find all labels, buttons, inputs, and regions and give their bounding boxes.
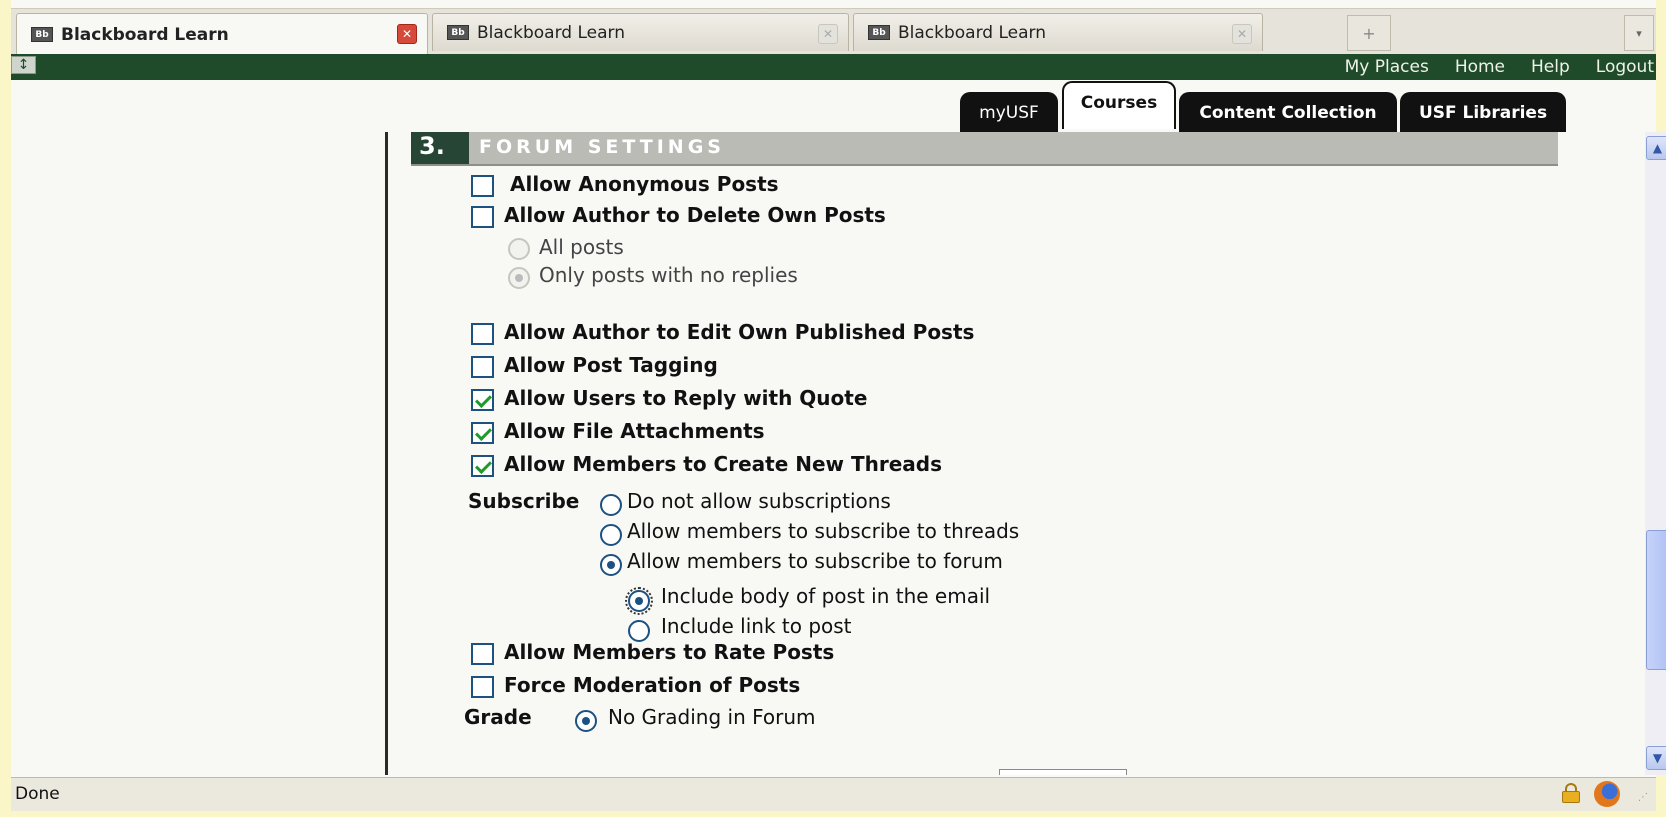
blackboard-favicon-icon: Bb — [447, 25, 469, 40]
file-attachments-checkbox[interactable] — [471, 422, 494, 444]
reply-with-quote-label: Allow Users to Reply with Quote — [504, 386, 868, 410]
help-link[interactable]: Help — [1531, 57, 1570, 77]
logout-link[interactable]: Logout — [1596, 57, 1654, 77]
no-subscriptions-label: Do not allow subscriptions — [627, 489, 891, 513]
browser-tab-3[interactable]: Bb Blackboard Learn ✕ — [853, 13, 1263, 51]
new-tab-button[interactable]: + — [1347, 15, 1391, 51]
top-nav-bar: ↕ My Places Home Help Logout — [11, 54, 1656, 80]
resize-grip-icon[interactable]: ⋰ — [1638, 792, 1652, 806]
no-grading-label: No Grading in Forum — [608, 705, 816, 729]
subscribe-threads-label: Allow members to subscribe to threads — [627, 519, 1020, 543]
close-tab-icon[interactable]: ✕ — [818, 24, 838, 44]
edit-own-posts-checkbox[interactable] — [471, 323, 494, 345]
firefox-icon[interactable] — [1594, 781, 1620, 807]
include-link-radio[interactable] — [628, 620, 650, 642]
tab-myusf[interactable]: myUSF — [960, 92, 1058, 134]
blackboard-favicon-icon: Bb — [31, 27, 53, 42]
scroll-up-icon[interactable]: ▲ — [1646, 136, 1666, 160]
delete-no-replies-label: Only posts with no replies — [539, 263, 798, 287]
tab-title: Blackboard Learn — [898, 22, 1047, 43]
tab-courses[interactable]: Courses — [1062, 81, 1176, 129]
post-tagging-label: Allow Post Tagging — [504, 353, 718, 377]
section-title: FORUM SETTINGS — [479, 136, 725, 158]
subscribe-forum-label: Allow members to subscribe to forum — [627, 549, 1003, 573]
collapse-toggle-icon[interactable]: ↕ — [11, 56, 36, 74]
close-tab-icon[interactable]: ✕ — [1232, 24, 1252, 44]
create-threads-label: Allow Members to Create New Threads — [504, 452, 943, 476]
grade-points-field[interactable] — [999, 769, 1127, 775]
my-places-link[interactable]: My Places — [1345, 57, 1429, 77]
delete-all-posts-label: All posts — [539, 235, 624, 259]
delete-all-posts-radio[interactable] — [508, 238, 530, 260]
forum-settings-panel: 3. FORUM SETTINGS Allow Anonymous Posts … — [385, 132, 1625, 775]
subscribe-forum-radio[interactable] — [600, 554, 622, 576]
scroll-down-icon[interactable]: ▼ — [1646, 746, 1666, 770]
no-grading-radio[interactable] — [575, 710, 597, 732]
delete-own-posts-checkbox[interactable] — [471, 206, 494, 228]
home-link[interactable]: Home — [1455, 57, 1505, 77]
anonymous-posts-label: Allow Anonymous Posts — [510, 172, 779, 196]
rate-posts-label: Allow Members to Rate Posts — [504, 640, 835, 664]
section-header: 3. FORUM SETTINGS — [411, 132, 1558, 166]
status-text: Done — [15, 784, 60, 804]
browser-tab-bar: Bb Blackboard Learn ✕ Bb Blackboard Lear… — [11, 8, 1656, 55]
delete-own-posts-label: Allow Author to Delete Own Posts — [504, 203, 886, 227]
section-number: 3. — [411, 132, 469, 164]
anonymous-posts-checkbox[interactable] — [471, 175, 494, 197]
file-attachments-label: Allow File Attachments — [504, 419, 765, 443]
browser-window: Bb Blackboard Learn ✕ Bb Blackboard Lear… — [11, 0, 1666, 811]
force-moderation-checkbox[interactable] — [471, 676, 494, 698]
lock-icon[interactable] — [1562, 783, 1580, 803]
subscribe-label: Subscribe — [468, 489, 580, 513]
tab-content-collection[interactable]: Content Collection — [1179, 92, 1397, 134]
create-threads-checkbox[interactable] — [471, 455, 494, 477]
rate-posts-checkbox[interactable] — [471, 643, 494, 665]
list-all-tabs-button[interactable]: ▾ — [1624, 15, 1654, 51]
no-subscriptions-radio[interactable] — [600, 494, 622, 516]
reply-with-quote-checkbox[interactable] — [471, 389, 494, 411]
close-tab-icon[interactable]: ✕ — [397, 24, 417, 44]
tab-title: Blackboard Learn — [477, 22, 626, 43]
delete-no-replies-radio[interactable] — [508, 267, 530, 289]
grade-label: Grade — [464, 705, 532, 729]
subscribe-threads-radio[interactable] — [600, 524, 622, 546]
tab-usf-libraries[interactable]: USF Libraries — [1400, 92, 1566, 134]
tab-title: Blackboard Learn — [61, 24, 229, 45]
scrollbar-thumb[interactable] — [1646, 530, 1666, 670]
vertical-scrollbar[interactable]: ▲ ▼ — [1645, 132, 1666, 775]
force-moderation-label: Force Moderation of Posts — [504, 673, 801, 697]
blackboard-favicon-icon: Bb — [868, 25, 890, 40]
browser-tab-1[interactable]: Bb Blackboard Learn ✕ — [16, 13, 428, 55]
include-body-radio[interactable] — [625, 587, 653, 615]
include-link-label: Include link to post — [661, 614, 852, 638]
include-body-label: Include body of post in the email — [661, 584, 991, 608]
post-tagging-checkbox[interactable] — [471, 356, 494, 378]
status-bar: Done ⋰ — [11, 777, 1656, 811]
edit-own-posts-label: Allow Author to Edit Own Published Posts — [504, 320, 975, 344]
browser-tab-2[interactable]: Bb Blackboard Learn ✕ — [432, 13, 849, 51]
